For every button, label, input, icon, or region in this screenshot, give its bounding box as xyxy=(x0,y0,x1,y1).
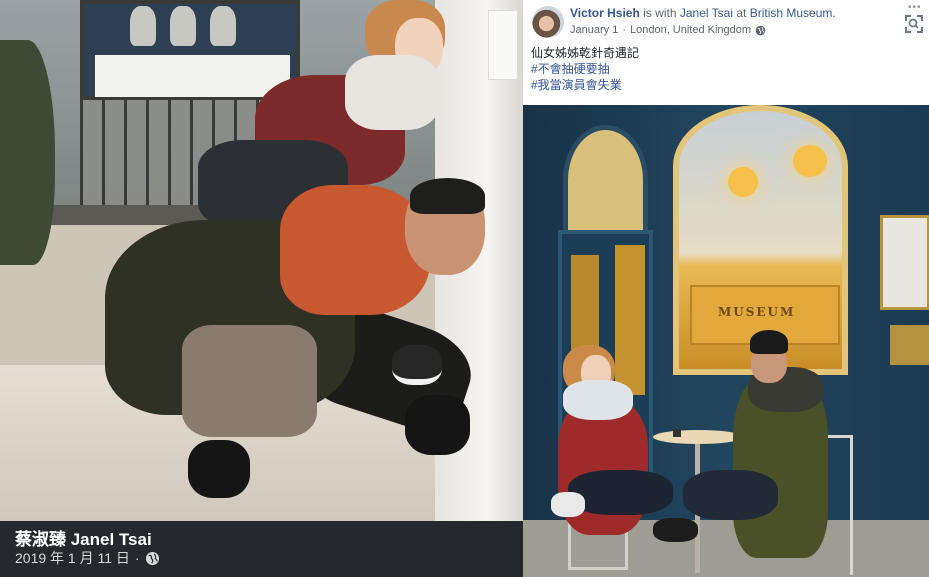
is-with-text: is with xyxy=(643,6,677,20)
vase-decor xyxy=(130,6,156,46)
hashtag-link[interactable]: #不會抽硬要抽 xyxy=(531,61,639,77)
man-jeans xyxy=(683,470,778,520)
plaque-decor xyxy=(890,325,929,365)
arch-decor xyxy=(563,125,648,235)
window-shelf-decor xyxy=(95,55,290,97)
door-glass-decor xyxy=(615,245,645,395)
caption-meta: 2019 年 1 月 11 日 · xyxy=(15,548,160,568)
at-text: at xyxy=(736,6,747,20)
man-shoe xyxy=(653,518,698,542)
post-author-line: Victor Hsieh is with Janel Tsai at Briti… xyxy=(570,6,836,20)
author-link[interactable]: Victor Hsieh xyxy=(570,6,640,20)
globe-icon[interactable] xyxy=(145,551,160,566)
notice-decor xyxy=(488,10,518,80)
man-beanie xyxy=(750,330,788,354)
handbag xyxy=(182,325,317,437)
woman-scarf xyxy=(345,55,440,130)
table-decor xyxy=(653,430,743,444)
caption-date[interactable]: 2019 年 1 月 11 日 xyxy=(15,548,130,568)
lamp-decor xyxy=(728,167,758,197)
more-dots-icon[interactable]: ••• xyxy=(908,2,922,13)
visual-search-icon[interactable] xyxy=(903,13,925,35)
lamp-decor xyxy=(793,145,827,177)
separator: · xyxy=(622,24,626,36)
vase-decor xyxy=(210,6,236,46)
post-location[interactable]: London, United Kingdom xyxy=(630,24,751,36)
place-link[interactable]: British Museum. xyxy=(750,6,836,20)
photo-caption-bar: 蔡淑臻 Janel Tsai 2019 年 1 月 11 日 · xyxy=(0,521,523,577)
shoe xyxy=(188,440,250,498)
post-header: Victor Hsieh is with Janel Tsai at Briti… xyxy=(523,0,929,105)
cup-decor xyxy=(673,429,681,437)
globe-icon[interactable] xyxy=(755,25,766,36)
christmas-tree-decor xyxy=(0,40,55,265)
post-meta: January 1 · London, United Kingdom xyxy=(570,24,766,36)
man-hair xyxy=(410,178,485,214)
woman-shoe xyxy=(551,492,585,517)
post-text: 仙女姊姊乾針奇遇記 xyxy=(531,46,640,60)
hashtag-link[interactable]: #我當演員會失業 xyxy=(531,77,639,93)
post-body: 仙女姊姊乾針奇遇記 #不會抽硬要抽 #我當演員會失業 xyxy=(531,45,639,93)
sneaker xyxy=(392,345,442,385)
separator: · xyxy=(134,550,140,566)
tagged-person-link[interactable]: Janel Tsai xyxy=(680,6,733,20)
museum-sign-text: MUSEUM xyxy=(718,305,796,319)
avatar[interactable] xyxy=(532,6,564,38)
post-date[interactable]: January 1 xyxy=(570,24,618,36)
caption-name[interactable]: 蔡淑臻 Janel Tsai xyxy=(15,525,152,550)
menu-board-decor xyxy=(880,215,929,310)
woman-scarf xyxy=(563,380,633,420)
post-photo[interactable]: MUSEUM xyxy=(523,105,929,577)
shoe xyxy=(405,395,470,455)
vase-decor xyxy=(170,6,196,46)
left-photo[interactable] xyxy=(0,0,523,521)
